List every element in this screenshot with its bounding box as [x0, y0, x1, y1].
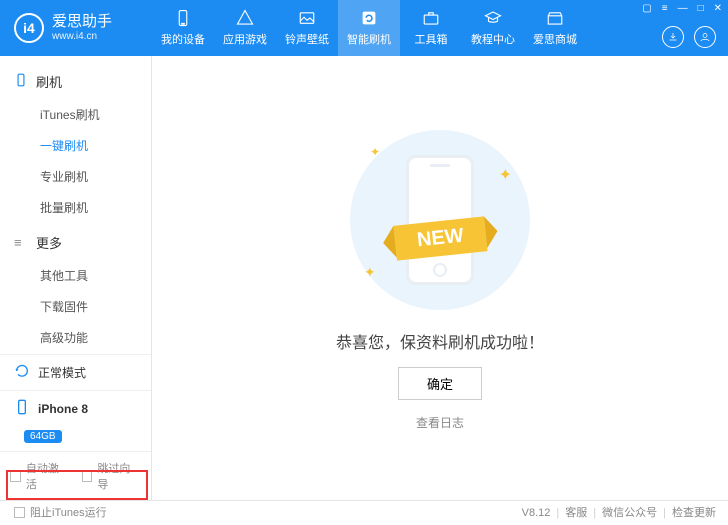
top-nav: 我的设备 应用游戏 铃声壁纸 智能刷机 工具箱 教程中心 爱思商城	[152, 0, 586, 56]
topbar: i4 爱思助手 www.i4.cn 我的设备 应用游戏 铃声壁纸 智能刷机 工具…	[0, 0, 728, 56]
checkbox-block-itunes[interactable]: 阻止iTunes运行	[14, 501, 107, 525]
storage-badge: 64GB	[24, 430, 62, 443]
image-icon	[297, 9, 317, 27]
brand-url: www.i4.cn	[52, 31, 112, 42]
sidebar-item-pro-flash[interactable]: 专业刷机	[0, 161, 151, 192]
sidebar-item-itunes-flash[interactable]: iTunes刷机	[0, 99, 151, 130]
flash-options: 自动激活 跳过向导	[0, 451, 151, 500]
nav-ringtones[interactable]: 铃声壁纸	[276, 0, 338, 56]
brand-title: 爱思助手	[52, 14, 112, 31]
wechat-link[interactable]: 微信公众号	[602, 501, 657, 525]
window-controls: ▢ ≡ — □ ✕	[642, 4, 722, 14]
store-icon	[545, 9, 565, 27]
device-info[interactable]: iPhone 8	[0, 390, 151, 426]
account-button[interactable]	[694, 26, 716, 48]
nav-toolbox[interactable]: 工具箱	[400, 0, 462, 56]
success-illustration: ✦ ✦ ✦ NEW	[340, 125, 540, 315]
device-mode[interactable]: 正常模式	[0, 355, 151, 390]
sidebar-section-flash[interactable]: 刷机	[0, 66, 151, 97]
statusbar: 阻止iTunes运行 V8.12 | 客服 | 微信公众号 | 检查更新	[0, 500, 728, 524]
apps-icon	[235, 9, 255, 27]
main-content: ✦ ✦ ✦ NEW 恭喜您，保资料刷机成功啦！ 确定 查看日志	[152, 56, 728, 500]
checkbox-skip-wizard[interactable]: 跳过向导	[82, 460, 142, 492]
check-update-link[interactable]: 检查更新	[672, 501, 716, 525]
ok-button[interactable]: 确定	[398, 367, 482, 400]
list-icon: ≡	[14, 235, 28, 250]
window-close-icon[interactable]: ✕	[714, 4, 722, 14]
nav-mydevice[interactable]: 我的设备	[152, 0, 214, 56]
download-manager-button[interactable]	[662, 26, 684, 48]
nav-apps[interactable]: 应用游戏	[214, 0, 276, 56]
window-maximize-icon[interactable]: □	[698, 4, 704, 14]
sidebar-item-other-tools[interactable]: 其他工具	[0, 260, 151, 291]
phone-icon	[14, 399, 30, 418]
version-label: V8.12	[522, 501, 551, 525]
support-link[interactable]: 客服	[565, 501, 587, 525]
sidebar-item-download-fw[interactable]: 下载固件	[0, 291, 151, 322]
nav-flash[interactable]: 智能刷机	[338, 0, 400, 56]
sidebar-item-advanced[interactable]: 高级功能	[0, 322, 151, 353]
refresh-icon	[359, 9, 379, 27]
window-minimize-icon[interactable]: —	[678, 4, 688, 14]
nav-tutorials[interactable]: 教程中心	[462, 0, 524, 56]
brand: i4 爱思助手 www.i4.cn	[0, 13, 152, 43]
brand-logo: i4	[14, 13, 44, 43]
toolbox-icon	[421, 9, 441, 27]
refresh-icon	[14, 363, 30, 382]
window-tshirt-icon[interactable]: ▢	[642, 4, 651, 14]
sidebar: 刷机 iTunes刷机 一键刷机 专业刷机 批量刷机 ≡ 更多 其他工具 下载固…	[0, 56, 152, 500]
nav-store[interactable]: 爱思商城	[524, 0, 586, 56]
sidebar-item-batch-flash[interactable]: 批量刷机	[0, 192, 151, 223]
graduation-icon	[483, 9, 503, 27]
view-log-link[interactable]: 查看日志	[416, 414, 464, 431]
sidebar-section-more[interactable]: ≡ 更多	[0, 227, 151, 258]
phone-icon	[14, 73, 28, 90]
window-menu-icon[interactable]: ≡	[662, 4, 668, 14]
success-message: 恭喜您，保资料刷机成功啦！	[336, 329, 544, 353]
checkbox-auto-activate[interactable]: 自动激活	[10, 460, 70, 492]
phone-icon	[173, 9, 193, 27]
sidebar-item-onekey-flash[interactable]: 一键刷机	[0, 130, 151, 161]
